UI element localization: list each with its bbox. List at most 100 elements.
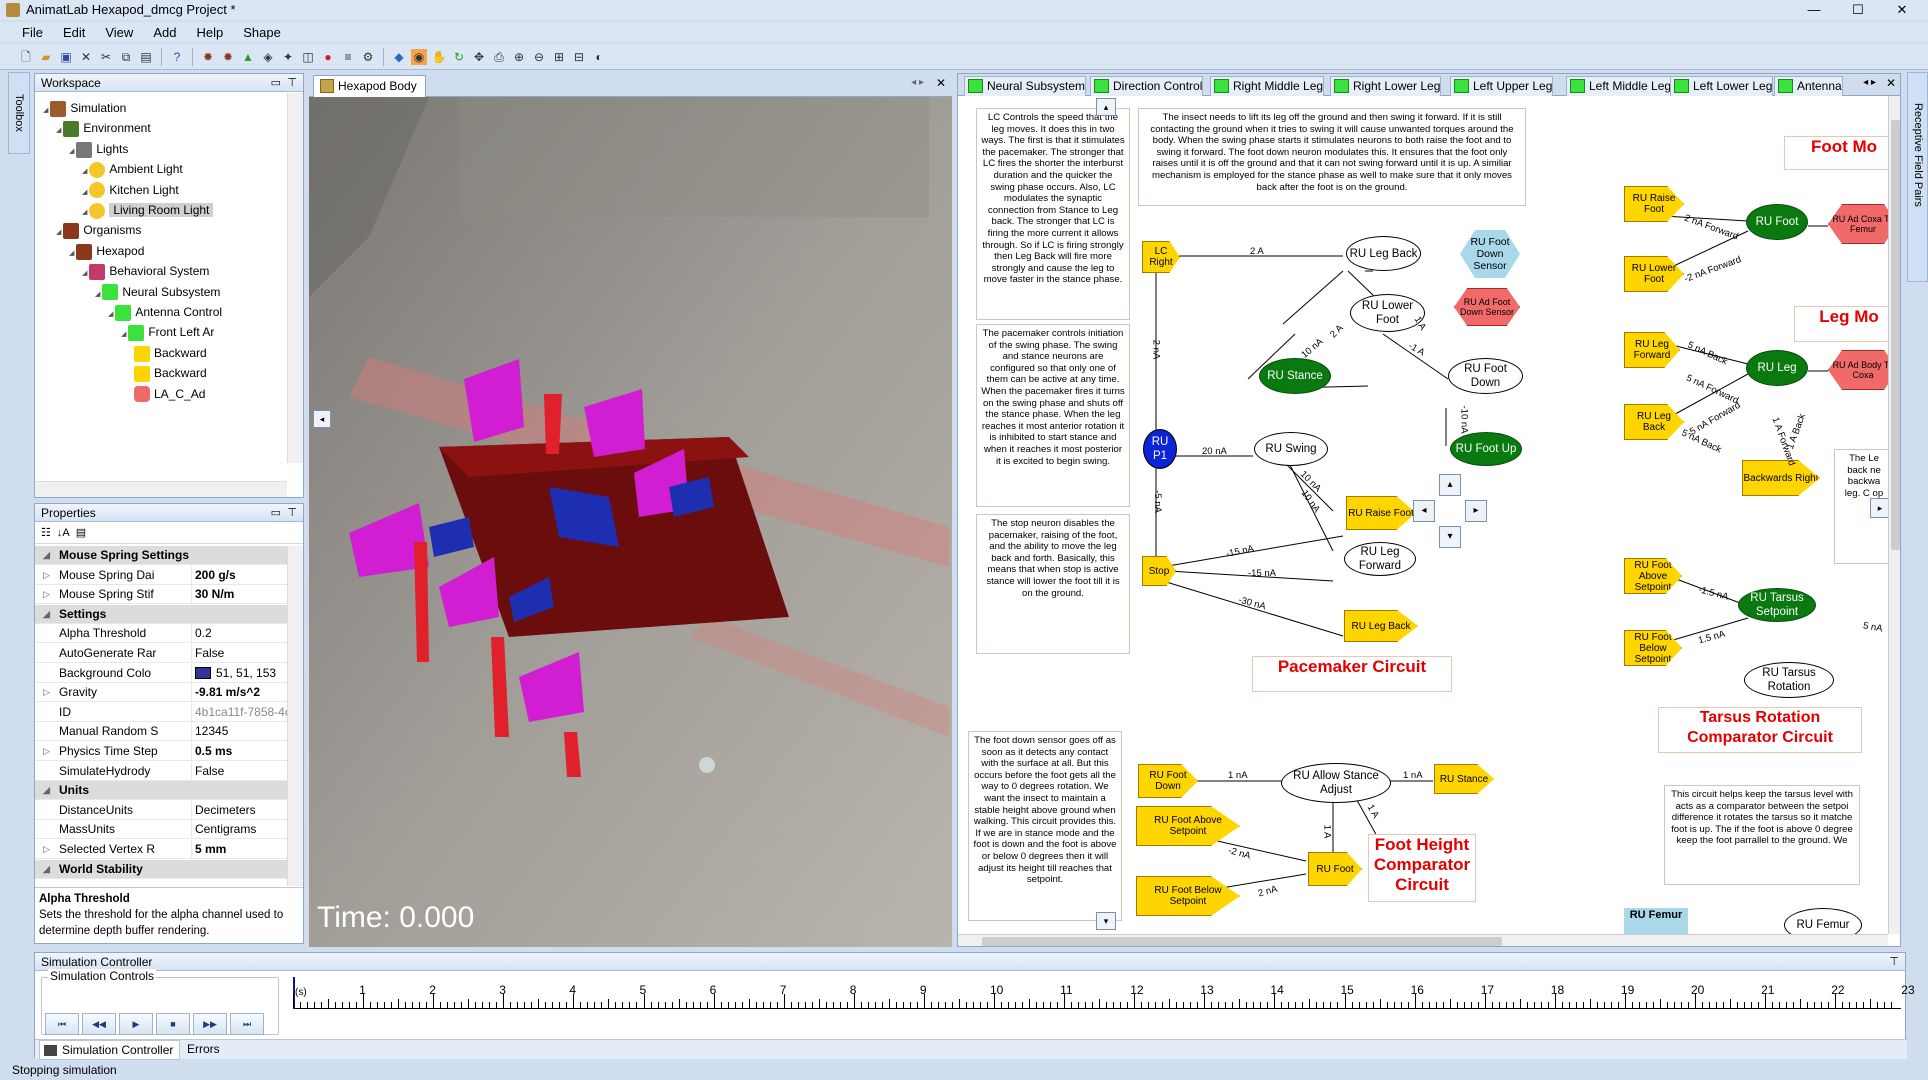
collapse-panel-button[interactable]: ◂ (313, 410, 331, 428)
tab-circuit[interactable]: Left Middle Leg (1566, 76, 1673, 96)
playback-button[interactable]: ▶ (119, 1013, 153, 1035)
expand-icon[interactable]: ◢ (95, 291, 102, 298)
menu-edit[interactable]: Edit (63, 25, 85, 40)
menu-file[interactable]: File (22, 25, 43, 40)
pan-arrow-icon[interactable]: ◂ (1413, 500, 1435, 522)
property-row[interactable]: SimulateHydrody False (35, 761, 287, 781)
minimize-button[interactable]: — (1792, 0, 1836, 20)
tab-circuit[interactable]: Antenna (1774, 76, 1843, 96)
help-icon[interactable]: ? (169, 49, 185, 65)
expand-icon[interactable]: ▷ (43, 683, 50, 702)
property-row[interactable]: Alpha Threshold 0.2 (35, 624, 287, 644)
expand-icon[interactable]: ▷ (43, 566, 50, 585)
expand-icon[interactable]: ◢ (43, 781, 50, 800)
delete-icon[interactable]: ✕ (78, 49, 94, 65)
expand-icon[interactable]: ◢ (82, 209, 89, 216)
expand-icon[interactable]: ▷ (43, 840, 50, 859)
expand-icon[interactable]: ▷ (43, 742, 50, 761)
pin-icon[interactable]: ⊤ (287, 504, 297, 522)
camera-icon[interactable]: ◐ (591, 49, 607, 65)
close-view-icon[interactable]: ✕ (936, 76, 946, 90)
tree-item[interactable]: ◢ Front Left Ar (121, 322, 214, 342)
paste-icon[interactable]: ▤ (138, 49, 154, 65)
expand-icon[interactable]: ◢ (69, 148, 76, 155)
property-category[interactable]: ◢ World Stability (35, 859, 287, 879)
property-row[interactable]: ▷ Gravity -9.81 m/s^2 (35, 683, 287, 703)
hand-icon[interactable]: ✋ (431, 49, 447, 65)
receptive-field-tab[interactable]: Receptive Field Pairs (1907, 72, 1928, 282)
record-icon[interactable]: ● (320, 49, 336, 65)
circuit-title[interactable]: Pacemaker Circuit (1252, 656, 1452, 692)
neuron-node[interactable]: RU Foot Up (1450, 432, 1522, 466)
tree-item[interactable]: ◢ Behavioral System (82, 261, 209, 281)
property-row[interactable]: AutoGenerate Rar False (35, 644, 287, 663)
scrollbar-thumb[interactable] (1891, 120, 1900, 550)
stimulus-icon[interactable]: ✦ (280, 49, 296, 65)
neuron-node[interactable]: RU Foot (1746, 204, 1808, 240)
property-row[interactable]: DistanceUnits Decimeters (35, 800, 287, 820)
close-tab-icon[interactable]: ✕ (1886, 76, 1896, 90)
property-row[interactable]: Manual Random S 12345 (35, 722, 287, 742)
annotation-note[interactable]: LC Controls the speed that the leg moves… (976, 108, 1130, 320)
pan-control[interactable]: ▴ ◂ ▸ ▾ (1413, 474, 1488, 554)
graph-icon[interactable]: ◫ (300, 49, 316, 65)
menu-add[interactable]: Add (153, 25, 176, 40)
structure-icon[interactable]: ✹ (220, 49, 236, 65)
scroll-down-icon[interactable]: ▾ (1096, 912, 1116, 930)
circuit-title[interactable]: Leg Mo (1794, 306, 1900, 342)
scroll-up-icon[interactable]: ▴ (1096, 98, 1116, 116)
playback-button[interactable]: ⏭ (230, 1013, 264, 1035)
expand-icon[interactable]: ◢ (69, 250, 76, 257)
expand-icon[interactable]: ◢ (43, 605, 50, 624)
maximize-button[interactable]: ☐ (1836, 0, 1880, 20)
print-icon[interactable]: ⎙ (491, 49, 507, 65)
tab-scroll-arrows[interactable]: ◂ ▸ (911, 77, 924, 88)
property-row[interactable]: ▷ Mouse Spring Stif 30 N/m (35, 585, 287, 605)
tab-circuit[interactable]: Right Lower Leg (1330, 76, 1442, 96)
property-value-cell[interactable]: 200 g/s (191, 565, 287, 585)
tab-circuit[interactable]: Direction Control (1090, 76, 1204, 96)
neuron-node[interactable]: RU Foot Down (1448, 358, 1523, 394)
circuit-title[interactable]: Tarsus Rotation Comparator Circuit (1658, 707, 1862, 753)
property-value-cell[interactable]: False (191, 644, 287, 663)
property-category[interactable]: ◢ Settings (35, 604, 287, 624)
property-row[interactable]: ID 4b1ca11f-7858-4d11-b8e (35, 702, 287, 722)
property-value-cell[interactable]: Decimeters (191, 800, 287, 820)
canvas-vertical-scrollbar[interactable] (1888, 96, 1900, 934)
tree-item[interactable]: ◢ Antenna Control (108, 302, 222, 322)
neuron-node[interactable]: RU P1 (1143, 429, 1177, 469)
circuit-title[interactable]: Foot Height Comparator Circuit (1368, 834, 1476, 902)
neuron-node[interactable]: RU Leg (1746, 350, 1808, 386)
select-mode-icon[interactable]: ◆ (391, 49, 407, 65)
tab-errors[interactable]: Errors (187, 1040, 220, 1058)
expand-icon[interactable]: ◢ (82, 270, 89, 277)
tree-item[interactable]: Backward (134, 363, 207, 383)
annotation-note[interactable]: This circuit helps keep the tarsus level… (1664, 785, 1860, 885)
rotate-icon[interactable]: ↻ (451, 49, 467, 65)
tree-item[interactable]: ◢ Simulation (43, 98, 126, 118)
playback-button[interactable]: ■ (156, 1013, 190, 1035)
float-icon[interactable]: ▭ (271, 74, 281, 92)
tree-item[interactable]: LA_C_Ad (134, 384, 205, 404)
tree-vertical-scrollbar[interactable] (287, 93, 303, 463)
tree-item[interactable]: ◢ Ambient Light (82, 159, 183, 179)
neuron-node[interactable]: RU Allow Stance Adjust (1281, 763, 1391, 803)
expand-icon[interactable]: ◢ (82, 189, 89, 196)
playback-button[interactable]: ▶▶ (193, 1013, 227, 1035)
tree-item[interactable]: ◢ Living Room Light (82, 200, 214, 220)
layout-icon[interactable]: ⊞ (551, 49, 567, 65)
property-value-cell[interactable]: 5 mm (191, 840, 287, 859)
property-value-cell[interactable]: -9.81 m/s^2 (191, 683, 287, 703)
save-icon[interactable]: ▣ (58, 49, 74, 65)
playback-button[interactable]: ⏮ (45, 1013, 79, 1035)
menu-help[interactable]: Help (196, 25, 223, 40)
property-category[interactable]: ◢ Mouse Spring Settings (35, 546, 287, 565)
add-part-icon[interactable]: ▲ (240, 49, 256, 65)
property-value-cell[interactable]: 0.2 (191, 624, 287, 644)
property-row[interactable]: ▷ Selected Vertex R 5 mm (35, 840, 287, 859)
pin-icon[interactable]: ⊤ (287, 74, 297, 92)
property-row[interactable]: MassUnits Centigrams (35, 820, 287, 840)
tree-item[interactable]: ◢ Neural Subsystem (95, 282, 220, 302)
tree-item[interactable]: ◢ Hexapod (69, 241, 144, 261)
menu-shape[interactable]: Shape (243, 25, 281, 40)
